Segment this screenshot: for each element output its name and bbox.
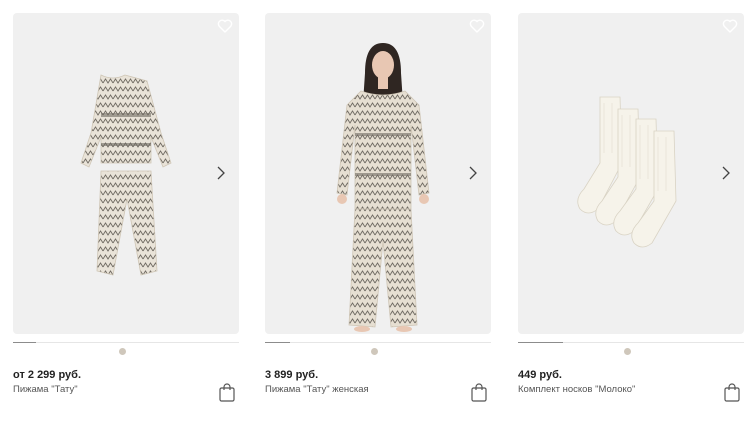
product-name[interactable]: Комплект носков "Молоко" — [518, 384, 635, 395]
socks-set-image — [577, 96, 677, 248]
shopping-bag-icon[interactable] — [219, 382, 235, 402]
heart-icon[interactable] — [217, 18, 233, 34]
heart-icon[interactable] — [722, 18, 738, 34]
image-progress-fill — [518, 342, 564, 343]
slide-dot[interactable] — [371, 348, 378, 355]
image-progress-fill — [265, 342, 290, 343]
image-progress-track — [518, 342, 744, 343]
product-image[interactable] — [518, 13, 744, 334]
heart-icon[interactable] — [469, 18, 485, 34]
chevron-right-icon[interactable] — [468, 165, 478, 181]
image-progress-track — [13, 342, 239, 343]
image-progress-fill — [13, 342, 36, 343]
chevron-right-icon[interactable] — [721, 165, 731, 181]
product-card[interactable]: 449 руб. Комплект носков "Молоко" — [518, 13, 744, 432]
product-image[interactable] — [13, 13, 239, 334]
slide-dot[interactable] — [119, 348, 126, 355]
pajama-women-model-image — [336, 43, 430, 332]
slide-dot[interactable] — [624, 348, 631, 355]
product-card[interactable]: 3 899 руб. Пижама "Тату" женская — [265, 13, 491, 432]
shopping-bag-icon[interactable] — [471, 382, 487, 402]
product-name[interactable]: Пижама "Тату" женская — [265, 384, 369, 395]
product-price: от 2 299 руб. — [13, 369, 82, 381]
chevron-right-icon[interactable] — [216, 165, 226, 181]
product-price: 449 руб. — [518, 369, 562, 381]
image-progress-track — [265, 342, 491, 343]
pajama-kids-image — [80, 74, 172, 276]
product-price: 3 899 руб. — [265, 369, 319, 381]
product-name[interactable]: Пижама "Тату" — [13, 384, 78, 395]
product-image[interactable] — [265, 13, 491, 334]
product-card[interactable]: от 2 299 руб. Пижама "Тату" — [13, 13, 239, 432]
shopping-bag-icon[interactable] — [724, 382, 740, 402]
